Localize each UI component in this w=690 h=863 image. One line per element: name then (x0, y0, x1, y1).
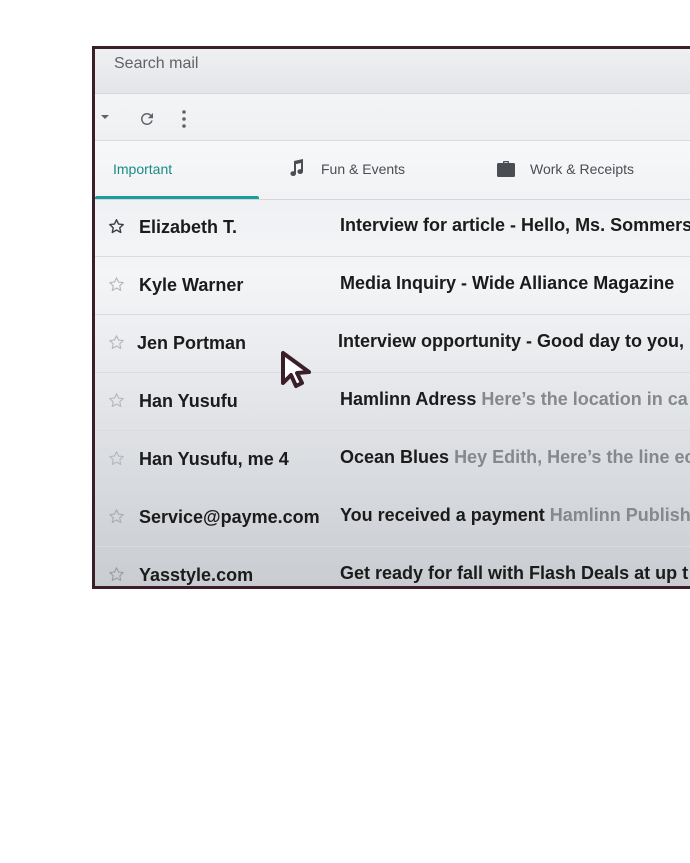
email-snippet: Hey Edith, Here’s the line ec (454, 447, 690, 467)
email-snippet: Here’s the location in ca (481, 389, 688, 409)
email-row[interactable]: Jen Portman Interview opportunity - Good… (95, 315, 690, 373)
email-sender: Service@payme.com (139, 507, 320, 527)
search-bar[interactable]: Search mail (95, 49, 690, 93)
email-subject-line: Interview opportunity - Good day to you, (338, 331, 684, 352)
star-icon[interactable] (108, 450, 125, 467)
email-row[interactable]: Yasstyle.com Get ready for fall with Fla… (95, 547, 690, 586)
email-subject-line: Ocean Blues Hey Edith, Here’s the line e… (340, 447, 690, 468)
email-sender: Yasstyle.com (139, 565, 254, 585)
mouse-cursor-icon (281, 351, 311, 388)
email-row[interactable]: Service@payme.com You received a payment… (95, 489, 690, 547)
mail-window: Search mail Important Fun & Events Work … (92, 46, 690, 589)
email-sender: Elizabeth T. (139, 217, 238, 237)
email-sender: Jen Portman (137, 333, 247, 353)
star-icon[interactable] (108, 334, 125, 351)
email-subject: Hamlinn Adress (340, 389, 477, 409)
search-input[interactable]: Search mail (114, 55, 198, 73)
mail-toolbar (95, 93, 690, 140)
email-subject-line: Hamlinn Adress Here’s the location in ca (340, 389, 688, 410)
star-icon[interactable] (108, 508, 125, 525)
email-subject: Ocean Blues (340, 447, 450, 467)
select-dropdown-chevron-down-icon[interactable] (101, 115, 109, 119)
email-subject-line: Interview for article - Hello, Ms. Somme… (340, 215, 690, 236)
email-subject-line: You received a payment Hamlinn Publish (340, 505, 690, 526)
more-vertical-icon[interactable] (180, 109, 188, 129)
category-tabs: Important Fun & Events Work & Receipts (95, 140, 690, 200)
tab-work-receipts[interactable]: Work & Receipts (493, 141, 690, 199)
star-icon[interactable] (108, 566, 125, 583)
tab-label: Important (113, 161, 173, 177)
email-subject-line: Media Inquiry - Wide Alliance Magazine (340, 273, 674, 294)
refresh-icon[interactable] (138, 110, 156, 128)
tab-label: Fun & Events (321, 161, 406, 177)
email-row[interactable]: Han Yusufu Hamlinn Adress Here’s the loc… (95, 373, 690, 431)
email-snippet: Hamlinn Publish (549, 505, 690, 525)
star-icon[interactable] (108, 392, 125, 409)
email-list: Elizabeth T. Interview for article - Hel… (95, 199, 690, 586)
email-subject: You received a payment (340, 505, 545, 525)
briefcase-icon (497, 161, 515, 177)
email-subject-line: Get ready for fall with Flash Deals at u… (340, 563, 688, 584)
email-sender: Han Yusufu (139, 391, 238, 411)
star-icon[interactable] (108, 276, 125, 293)
tab-fun-events[interactable]: Fun & Events (285, 141, 465, 199)
email-subject: Media Inquiry - Wide Alliance Magazine (340, 273, 675, 293)
email-row[interactable]: Han Yusufu, me 4 Ocean Blues Hey Edith, … (95, 431, 690, 489)
email-row[interactable]: Elizabeth T. Interview for article - Hel… (95, 199, 690, 257)
tab-label: Work & Receipts (530, 161, 634, 177)
email-subject: Get ready for fall with Flash Deals at u… (340, 563, 689, 583)
email-sender: Kyle Warner (139, 275, 244, 295)
email-subject: Interview for article - Hello, Ms. Somme… (340, 215, 690, 235)
email-row[interactable]: Kyle Warner Media Inquiry - Wide Allianc… (95, 257, 690, 315)
star-icon[interactable] (108, 218, 125, 235)
tab-important[interactable]: Important (95, 141, 259, 199)
email-sender: Han Yusufu, me 4 (139, 449, 289, 469)
email-subject: Interview opportunity - Good day to you, (338, 331, 684, 351)
music-note-icon (290, 159, 304, 177)
